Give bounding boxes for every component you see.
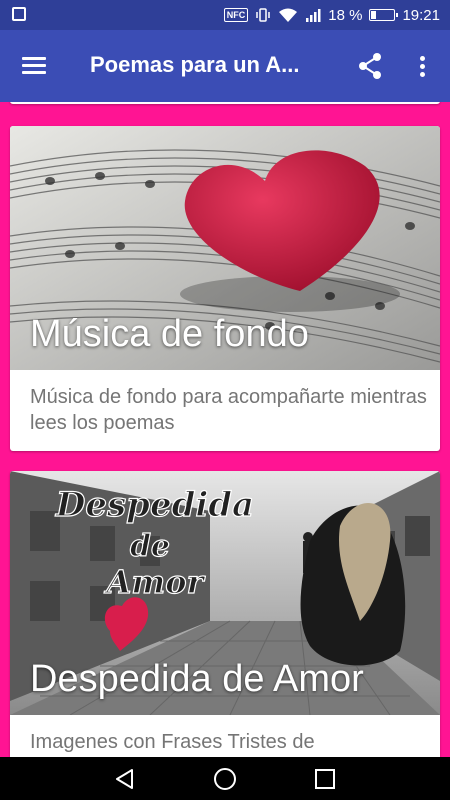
battery-level-fill [371,11,376,19]
battery-percentage: 18 % [328,6,363,24]
card-image: Música de fondo [10,126,440,370]
card-feed[interactable]: Música de fondo Música de fondo para aco… [0,102,450,758]
back-triangle-icon[interactable] [112,766,138,792]
image-text-line-1: Despedida [55,485,254,525]
previous-card[interactable] [10,102,440,104]
battery-icon [369,9,399,21]
wifi-icon [279,8,298,22]
card-description: Imagenes con Frases Tristes de [30,731,315,753]
card-description: Música de fondo para acompañarte mientra… [30,386,427,434]
card-despedida-de-amor[interactable]: Despedida de Amor Despedida de Amor Imag… [10,471,440,758]
home-circle-icon[interactable] [212,766,238,792]
card-title: Música de fondo [30,313,309,355]
vibrate-icon [256,8,270,22]
status-indicators: NFC 18 % 19:21 [223,0,440,30]
card-musica-de-fondo[interactable]: Música de fondo Música de fondo para aco… [10,126,440,451]
status-bar: NFC 18 % 19:21 [0,0,450,30]
nfc-icon: NFC [223,8,249,22]
card-title: Despedida de Amor [30,658,364,700]
card-image: Despedida de Amor Despedida de Amor [10,471,440,715]
system-nav-bar [0,757,450,800]
gallery-notification-icon [12,7,26,21]
clock: 19:21 [402,6,440,24]
image-text-line-2: de [130,529,170,564]
app-title: Poemas para un A... [90,52,300,77]
app-bar: Poemas para un A... [0,30,450,102]
signal-icon [306,9,321,22]
share-icon[interactable] [352,48,388,84]
image-text-line-3: Amor [104,563,206,601]
recents-square-icon[interactable] [312,766,338,792]
more-vert-icon[interactable] [408,48,436,84]
hamburger-menu-icon[interactable] [14,48,54,84]
